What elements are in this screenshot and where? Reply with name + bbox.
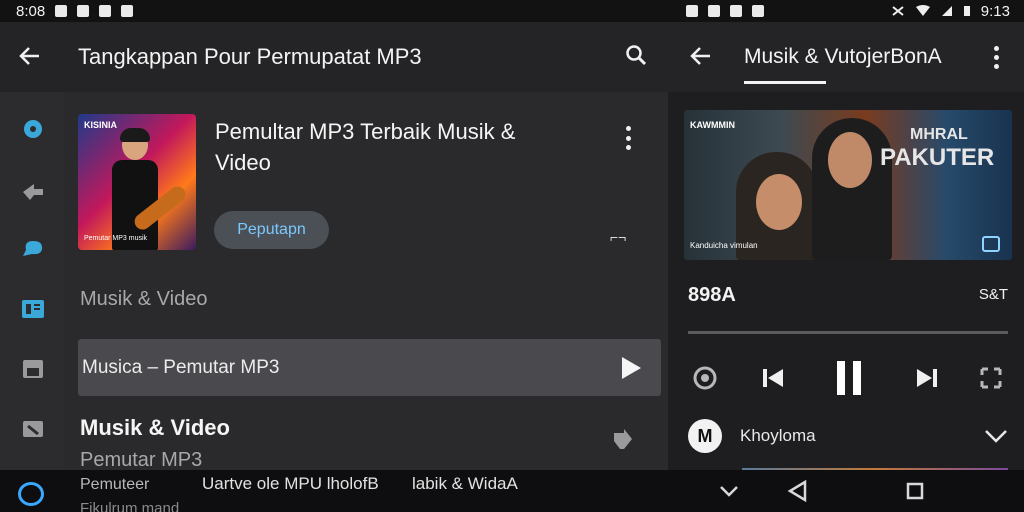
- chat-bubble-icon[interactable]: [20, 238, 46, 260]
- album-art-logo: KISINIA: [84, 120, 118, 130]
- album-art-figure: [110, 128, 189, 250]
- notification-icon: [77, 5, 90, 17]
- pause-icon: [837, 361, 861, 395]
- player-title: Musik & VutojerBonA: [734, 45, 968, 84]
- nav-collapse-button[interactable]: [716, 480, 742, 502]
- list-item-highlighted[interactable]: Musica – Pemutar MP3: [78, 339, 661, 396]
- notification-icon: [730, 5, 742, 17]
- page-title: Tangkappan Pour Permupatat MP3: [78, 44, 422, 69]
- bottom-label: labik & WidaA: [412, 474, 518, 493]
- bottom-label: Uartve ole MPU lholofB: [202, 474, 379, 493]
- repeat-icon: [693, 366, 717, 390]
- repeat-button[interactable]: [690, 358, 720, 398]
- back-button[interactable]: [0, 42, 60, 73]
- search-button[interactable]: [604, 44, 668, 71]
- save-icon[interactable]: [20, 358, 46, 380]
- triangle-back-icon: [787, 480, 807, 502]
- link-icon[interactable]: ⌐¬: [610, 229, 626, 245]
- more-options-icon[interactable]: [968, 45, 1024, 69]
- artwork-tag: KAWMMIN: [690, 120, 735, 130]
- artwork-caption: Kanduicha vimulan: [690, 241, 758, 250]
- previous-button[interactable]: [758, 358, 788, 398]
- bottom-label: Fikulrum mand: [80, 500, 180, 512]
- bottom-label: Pemuteer: [80, 476, 150, 493]
- notification-icon: [708, 5, 720, 17]
- player-back-button[interactable]: [668, 42, 734, 73]
- book-icon[interactable]: [20, 298, 46, 320]
- more-options-icon[interactable]: [618, 126, 638, 150]
- hand-pointer-icon[interactable]: [610, 427, 632, 456]
- pause-button[interactable]: [832, 358, 866, 398]
- elapsed-time: 898A: [688, 284, 736, 306]
- section-heading: Musik & Video: [80, 288, 208, 310]
- play-icon[interactable]: [601, 356, 661, 380]
- next-button[interactable]: [912, 358, 942, 398]
- artwork-badge-icon: [982, 236, 1000, 252]
- signal-icon: [941, 6, 952, 16]
- nav-back-button[interactable]: [784, 480, 810, 502]
- notification-icon: [55, 5, 68, 17]
- now-playing-artwork: KAWMMIN MHRAL PAKUTER Kanduicha vimulan: [684, 110, 1012, 260]
- shuffle-button[interactable]: [976, 358, 1006, 398]
- playback-controls: [668, 358, 1024, 398]
- artwork-headline-top: MHRAL: [910, 126, 968, 143]
- status-bar-right: 9:13: [668, 0, 1024, 22]
- app-bar: Tangkappan Pour Permupatat MP3: [0, 22, 668, 92]
- list-item-label: Musica – Pemutar MP3: [82, 356, 280, 378]
- battery-icon: [963, 6, 970, 16]
- library-pane: Tangkappan Pour Permupatat MP3 KISINIA P…: [0, 22, 668, 471]
- notification-icon: [121, 5, 134, 17]
- play-pill-button[interactable]: Peputapn: [214, 211, 329, 249]
- bluetooth-icon: [892, 6, 904, 16]
- player-app-bar: Musik & VutojerBonA: [668, 22, 1024, 92]
- status-bar-left: 8:08: [0, 0, 668, 22]
- app-logo-icon[interactable]: [18, 482, 44, 506]
- avatar: M: [688, 419, 722, 453]
- status-time-right: 9:13: [980, 2, 1010, 20]
- artwork-figure: [812, 118, 892, 260]
- player-pane: Musik & VutojerBonA KAWMMIN MHRAL PAKUTE…: [668, 22, 1024, 470]
- skip-next-icon: [917, 369, 937, 387]
- search-icon: [626, 44, 647, 65]
- artist-name: Khoyloma: [740, 426, 816, 445]
- shuffle-icon: [980, 367, 1002, 389]
- chevron-down-icon[interactable]: [984, 429, 1008, 443]
- status-time-left: 8:08: [16, 2, 46, 20]
- notification-icon: [686, 5, 698, 17]
- list-item-subtitle: Pemutar MP3: [80, 449, 203, 471]
- tag-icon[interactable]: [20, 418, 46, 440]
- side-rail: [0, 92, 64, 470]
- arrow-left-icon: [19, 46, 39, 65]
- nav-recents-button[interactable]: [902, 480, 928, 502]
- bottom-bar: Pemuteer Uartve ole MPU lholofB labik & …: [0, 470, 1024, 512]
- pointer-icon[interactable]: [20, 180, 46, 202]
- artist-row[interactable]: M Khoyloma: [688, 418, 1008, 454]
- list-item-title[interactable]: Musik & Video: [80, 415, 230, 441]
- track-title: Pemultar MP3 Terbaik Musik & Video: [215, 119, 516, 175]
- notification-icon: [752, 5, 764, 17]
- arrow-left-icon: [690, 46, 710, 65]
- square-recents-icon: [906, 482, 924, 500]
- artwork-headline: PAKUTER: [880, 144, 995, 171]
- total-time: S&T: [978, 286, 1008, 303]
- notification-icon: [99, 5, 112, 17]
- album-art-caption: Pemutar MP3 musik: [84, 235, 148, 242]
- skip-previous-icon: [763, 369, 783, 387]
- album-art[interactable]: KISINIA Pemutar MP3 musik: [78, 114, 196, 250]
- chevron-down-icon: [720, 486, 738, 497]
- wifi-icon: [915, 5, 930, 16]
- gear-icon[interactable]: [20, 118, 46, 140]
- seek-bar[interactable]: [688, 331, 1008, 334]
